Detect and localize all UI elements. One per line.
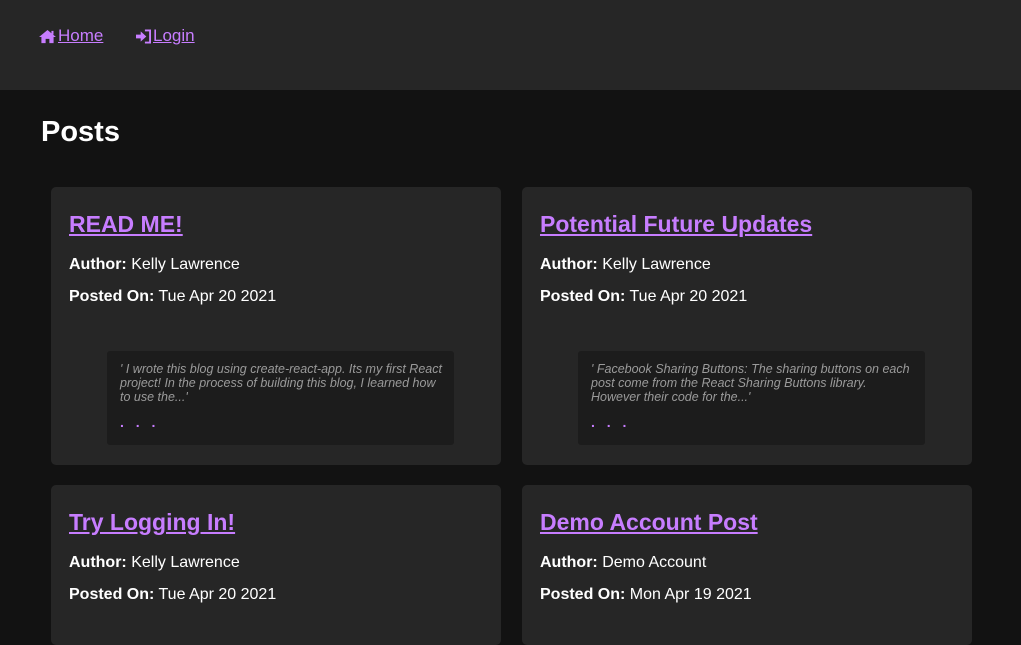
posted-on-date: Mon Apr 19 2021: [629, 586, 752, 603]
posted-on-date: Tue Apr 20 2021: [158, 586, 277, 603]
post-title-link[interactable]: READ ME!: [69, 211, 183, 238]
post-excerpt: ' Facebook Sharing Buttons: The sharing …: [578, 351, 925, 445]
post-author: Author: Demo Account: [540, 554, 706, 572]
posted-on-date: Tue Apr 20 2021: [629, 288, 748, 305]
posted-on-label: Posted On:: [540, 288, 626, 305]
post-date: Posted On: Tue Apr 20 2021: [69, 586, 276, 604]
posted-on-date: Tue Apr 20 2021: [158, 288, 277, 305]
posted-on-label: Posted On:: [540, 586, 626, 603]
post-author: Author: Kelly Lawrence: [69, 256, 240, 274]
author-name: Kelly Lawrence: [602, 256, 711, 273]
author-label: Author:: [69, 256, 127, 273]
nav-home-label: Home: [58, 26, 104, 45]
post-card: Potential Future Updates Author: Kelly L…: [522, 187, 972, 465]
author-label: Author:: [540, 554, 598, 571]
page-title: Posts: [41, 116, 120, 148]
post-author: Author: Kelly Lawrence: [69, 554, 240, 572]
post-date: Posted On: Tue Apr 20 2021: [69, 288, 276, 306]
top-navbar: Home Login: [0, 0, 1021, 90]
excerpt-text: ' Facebook Sharing Buttons: The sharing …: [591, 362, 910, 404]
read-more-ellipsis[interactable]: . . .: [120, 414, 442, 430]
post-card: Try Logging In! Author: Kelly Lawrence P…: [51, 485, 501, 645]
nav-home-link[interactable]: Home: [38, 26, 103, 46]
post-title-link[interactable]: Demo Account Post: [540, 509, 758, 536]
author-name: Kelly Lawrence: [131, 554, 240, 571]
posted-on-label: Posted On:: [69, 288, 155, 305]
sign-in-icon: [136, 28, 151, 44]
author-name: Demo Account: [602, 554, 707, 571]
post-title-link[interactable]: Try Logging In!: [69, 509, 235, 536]
post-card: Demo Account Post Author: Demo Account P…: [522, 485, 972, 645]
nav-login-label: Login: [153, 26, 195, 45]
author-name: Kelly Lawrence: [131, 256, 240, 273]
post-excerpt: ' I wrote this blog using create-react-a…: [107, 351, 454, 445]
read-more-ellipsis[interactable]: . . .: [591, 414, 913, 430]
post-title-link[interactable]: Potential Future Updates: [540, 211, 812, 238]
home-icon: [39, 29, 56, 43]
posted-on-label: Posted On:: [69, 586, 155, 603]
post-author: Author: Kelly Lawrence: [540, 256, 711, 274]
author-label: Author:: [540, 256, 598, 273]
post-date: Posted On: Mon Apr 19 2021: [540, 586, 752, 604]
author-label: Author:: [69, 554, 127, 571]
post-card: READ ME! Author: Kelly Lawrence Posted O…: [51, 187, 501, 465]
nav-login-link[interactable]: Login: [135, 26, 195, 46]
post-date: Posted On: Tue Apr 20 2021: [540, 288, 747, 306]
excerpt-text: ' I wrote this blog using create-react-a…: [120, 362, 442, 404]
